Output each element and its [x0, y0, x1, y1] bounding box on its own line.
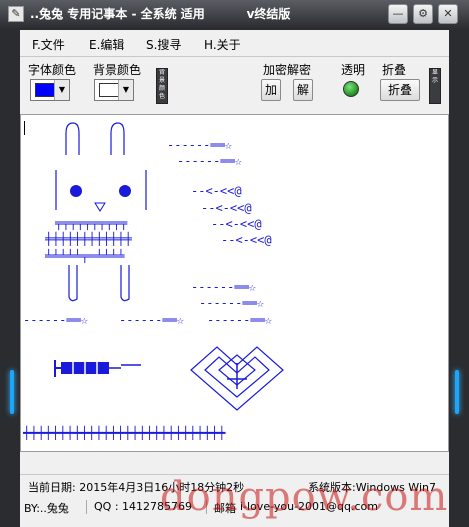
- chevron-down-icon[interactable]: ▼: [118, 80, 133, 100]
- chevron-down-icon[interactable]: ▼: [54, 80, 69, 100]
- text-editor[interactable]: ╤╤╤╤╤╤╤╤╤╤ ╪╪╪╪╪╪╪╪╪╪╪╪ ╧╧╧╧╧╤═╧╧╧╧ ----…: [20, 114, 449, 452]
- encrypt-label: 加密解密: [263, 63, 312, 77]
- decrypt-button[interactable]: 解: [293, 79, 313, 101]
- flower-arrow-2: --<-<<@: [201, 201, 252, 215]
- bunny-eye-right: [119, 185, 131, 197]
- fold-label: 折叠: [382, 63, 407, 77]
- bunny-ear-left: [65, 122, 80, 155]
- left-glow-accent: [10, 370, 14, 414]
- right-glow-accent: [455, 370, 459, 414]
- bg-color-label: 背景颜色: [93, 63, 142, 77]
- fence-row: ┿┿┿┿┿┿┿┿┿┿┿┿┿┿┿┿┿┿┿┿┿┿┿┿┿┿┿┿: [22, 425, 226, 440]
- close-icon[interactable]: ✕: [438, 4, 458, 24]
- font-color-label: 字体颜色: [28, 63, 77, 77]
- bunny-body-row-1: ╤╤╤╤╤╤╤╤╤╤: [54, 216, 128, 230]
- side-button-show[interactable]: 显示: [429, 68, 441, 104]
- window-title: ..兔兔 专用记事本 - 全系统 适用 v终结版: [30, 7, 291, 21]
- arrow-star-2: ------══☆: [177, 154, 242, 168]
- font-color-picker[interactable]: ▼: [30, 79, 70, 101]
- transparency-toggle-indicator[interactable]: [343, 81, 359, 97]
- minimize-icon[interactable]: —: [388, 4, 408, 24]
- arrow-star-5: ------══☆: [207, 313, 272, 327]
- settings-icon[interactable]: ⚙: [413, 4, 433, 24]
- watermark-text: dongpow.com: [160, 474, 449, 520]
- bunny-nose: [94, 202, 106, 212]
- bunny-leg-left: [68, 265, 78, 302]
- syringe-needle: [109, 364, 141, 369]
- ascii-art-content: ╤╤╤╤╤╤╤╤╤╤ ╪╪╪╪╪╪╪╪╪╪╪╪ ╧╧╧╧╧╤═╧╧╧╧ ----…: [22, 122, 284, 440]
- bunny-eye-left: [70, 185, 82, 197]
- arrow-star-4: ------══☆: [199, 296, 264, 310]
- arrow-star-7: ------══☆: [119, 313, 184, 327]
- app-window: ✎ ..兔兔 专用记事本 - 全系统 适用 v终结版 — ⚙ ✕ F.文件 E.…: [0, 0, 469, 527]
- arrow-star-3: ------══☆: [191, 280, 256, 294]
- horizontal-scroll-area[interactable]: [20, 452, 449, 470]
- status-author: BY:..兔兔: [24, 502, 69, 515]
- title-bar[interactable]: ✎ ..兔兔 专用记事本 - 全系统 适用 v终结版 — ⚙ ✕: [0, 0, 469, 28]
- notepad-app-icon: ✎: [8, 6, 24, 22]
- arrow-star-6: ------══☆: [23, 313, 88, 327]
- menu-file[interactable]: F.文件: [32, 36, 65, 53]
- menu-about[interactable]: H.关于: [204, 36, 241, 53]
- left-rail: [0, 30, 20, 527]
- bunny-ear-right: [110, 122, 125, 155]
- bunny-body-row-2: ╪╪╪╪╪╪╪╪╪╪╪╪: [44, 231, 132, 246]
- menu-search[interactable]: S.搜寻: [146, 36, 181, 53]
- flower-arrow-4: --<-<<@: [221, 233, 272, 247]
- transparent-label: 透明: [341, 63, 366, 77]
- menu-separator: [20, 56, 449, 57]
- status-divider: [86, 500, 87, 514]
- encrypt-button[interactable]: 加: [261, 79, 281, 101]
- bunny-head: [55, 170, 147, 210]
- menu-edit[interactable]: E.编辑: [89, 36, 124, 53]
- arrow-star-1: ------══☆: [167, 138, 232, 152]
- bunny-leg-right: [120, 265, 130, 302]
- flower-arrow-1: --<-<<@: [191, 184, 242, 198]
- right-rail: [449, 30, 469, 527]
- bunny-body-row-3: ╧╧╧╧╧╤═╧╧╧╧: [44, 248, 125, 263]
- fold-button[interactable]: 折叠: [380, 79, 420, 101]
- syringe-plunger: [54, 360, 61, 377]
- bg-color-picker[interactable]: ▼: [94, 79, 134, 101]
- side-button-bg[interactable]: 背景颜色: [156, 68, 168, 104]
- flower-arrow-3: --<-<<@: [211, 217, 262, 231]
